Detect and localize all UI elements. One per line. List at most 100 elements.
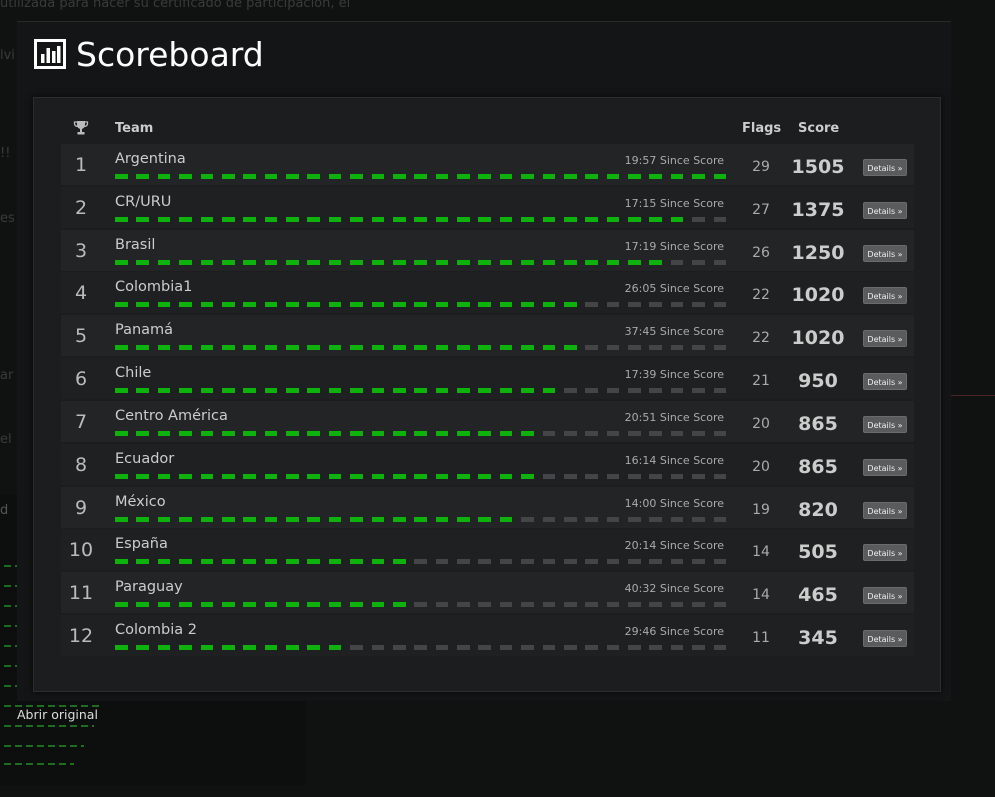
flag-segment-captured: [542, 345, 556, 351]
details-button[interactable]: Details »: [863, 544, 907, 562]
flag-segment-captured: [414, 516, 427, 522]
open-original-link[interactable]: Abrir original: [17, 707, 98, 722]
flag-segment-empty: [499, 559, 513, 565]
time-since-score: 40:32 Since Score: [624, 582, 724, 596]
flag-segment-captured: [628, 259, 641, 265]
details-button[interactable]: Details »: [863, 415, 907, 433]
flag-segment-captured: [542, 174, 556, 179]
flag-segment-captured: [457, 388, 470, 394]
flag-segment-empty: [585, 559, 598, 565]
background-text: d: [0, 503, 9, 518]
flag-segment-captured: [179, 559, 192, 565]
flag-segment-empty: [670, 345, 684, 351]
flag-segment-captured: [435, 216, 449, 222]
flag-segment-captured: [243, 559, 256, 565]
team-rank: 3: [74, 239, 88, 262]
flag-segment-captured: [136, 259, 150, 265]
flag-segment-empty: [649, 473, 663, 479]
table-row: 3 Brasil 17:19 Since Score 26 1250 Details »: [61, 229, 914, 271]
team-name: México: [115, 493, 166, 510]
modal-title: Scoreboard: [34, 34, 264, 74]
flag-segment-empty: [563, 473, 577, 479]
flag-segment-captured: [350, 602, 363, 608]
flags-progress-bar: [115, 302, 727, 308]
flag-segment-captured: [328, 302, 342, 308]
details-button[interactable]: Details »: [863, 587, 907, 605]
flag-segment-empty: [542, 602, 556, 608]
flag-segment-captured: [371, 259, 385, 265]
flag-segment-captured: [521, 259, 534, 265]
flag-segment-empty: [478, 559, 492, 565]
flag-segment-captured: [435, 516, 449, 522]
flag-segment-captured: [414, 259, 427, 265]
flag-segment-empty: [585, 516, 598, 522]
details-button[interactable]: Details »: [863, 287, 907, 305]
details-button[interactable]: Details »: [863, 201, 907, 219]
flag-segment-captured: [115, 516, 128, 522]
details-button[interactable]: Details »: [863, 501, 907, 519]
flag-segment-captured: [414, 388, 427, 394]
flag-segment-captured: [200, 345, 214, 351]
team-name: Paraguay: [115, 579, 183, 596]
flag-segment-captured: [392, 302, 406, 308]
flag-segment-captured: [136, 302, 150, 308]
details-button[interactable]: Details »: [863, 373, 907, 391]
flag-segment-empty: [585, 388, 598, 394]
flag-segment-captured: [179, 645, 192, 651]
team-score: 1020: [791, 284, 845, 307]
details-button[interactable]: Details »: [863, 244, 907, 262]
flag-segment-empty: [521, 516, 534, 522]
background-text: !!: [0, 146, 11, 161]
flag-segment-captured: [179, 473, 192, 479]
flag-segment-captured: [499, 345, 513, 351]
flag-segment-captured: [221, 259, 235, 265]
flag-segment-empty: [542, 559, 556, 565]
flag-segment-empty: [499, 645, 513, 651]
flag-segment-captured: [649, 259, 663, 265]
flag-segment-empty: [628, 345, 641, 351]
flags-progress-bar: [115, 559, 727, 565]
flag-segment-empty: [670, 559, 684, 565]
flag-segment-captured: [435, 259, 449, 265]
flag-segment-captured: [457, 473, 470, 479]
flag-segment-captured: [499, 516, 513, 522]
flag-segment-captured: [499, 174, 513, 179]
details-button[interactable]: Details »: [863, 630, 907, 648]
team-rank: 2: [74, 196, 88, 219]
team-flags: 19: [752, 501, 770, 518]
flag-segment-captured: [328, 473, 342, 479]
flag-segment-captured: [264, 430, 278, 436]
time-since-score: 37:45 Since Score: [624, 325, 724, 339]
flags-progress-bar: [115, 602, 727, 608]
team-name: Panamá: [115, 322, 174, 339]
details-button[interactable]: Details »: [863, 330, 907, 348]
flag-segment-captured: [200, 388, 214, 394]
flag-segment-empty: [713, 302, 727, 308]
flag-segment-captured: [371, 388, 385, 394]
details-button[interactable]: Details »: [863, 159, 907, 176]
team-rank: 10: [68, 539, 94, 562]
flag-segment-empty: [563, 602, 577, 608]
flag-segment-captured: [221, 216, 235, 222]
flag-segment-captured: [478, 345, 492, 351]
flag-segment-captured: [286, 388, 299, 394]
bar-chart-icon: [34, 39, 66, 69]
flag-segment-captured: [521, 302, 534, 308]
flag-segment-captured: [371, 559, 385, 565]
flag-segment-captured: [328, 216, 342, 222]
flags-progress-bar: [115, 174, 727, 179]
flag-segment-empty: [692, 602, 705, 608]
flag-segment-empty: [713, 602, 727, 608]
flag-segment-empty: [649, 516, 663, 522]
table-row: 9 México 14:00 Since Score 19 820 Details »: [61, 486, 914, 528]
details-button[interactable]: Details »: [863, 458, 907, 476]
flag-segment-captured: [670, 174, 684, 179]
team-score: 1505: [791, 156, 845, 178]
flag-segment-captured: [328, 259, 342, 265]
flag-segment-empty: [392, 645, 406, 651]
flag-segment-empty: [478, 645, 492, 651]
flag-segment-captured: [179, 430, 192, 436]
flag-segment-empty: [692, 259, 705, 265]
flag-segment-captured: [521, 216, 534, 222]
team-score: 465: [798, 584, 838, 607]
